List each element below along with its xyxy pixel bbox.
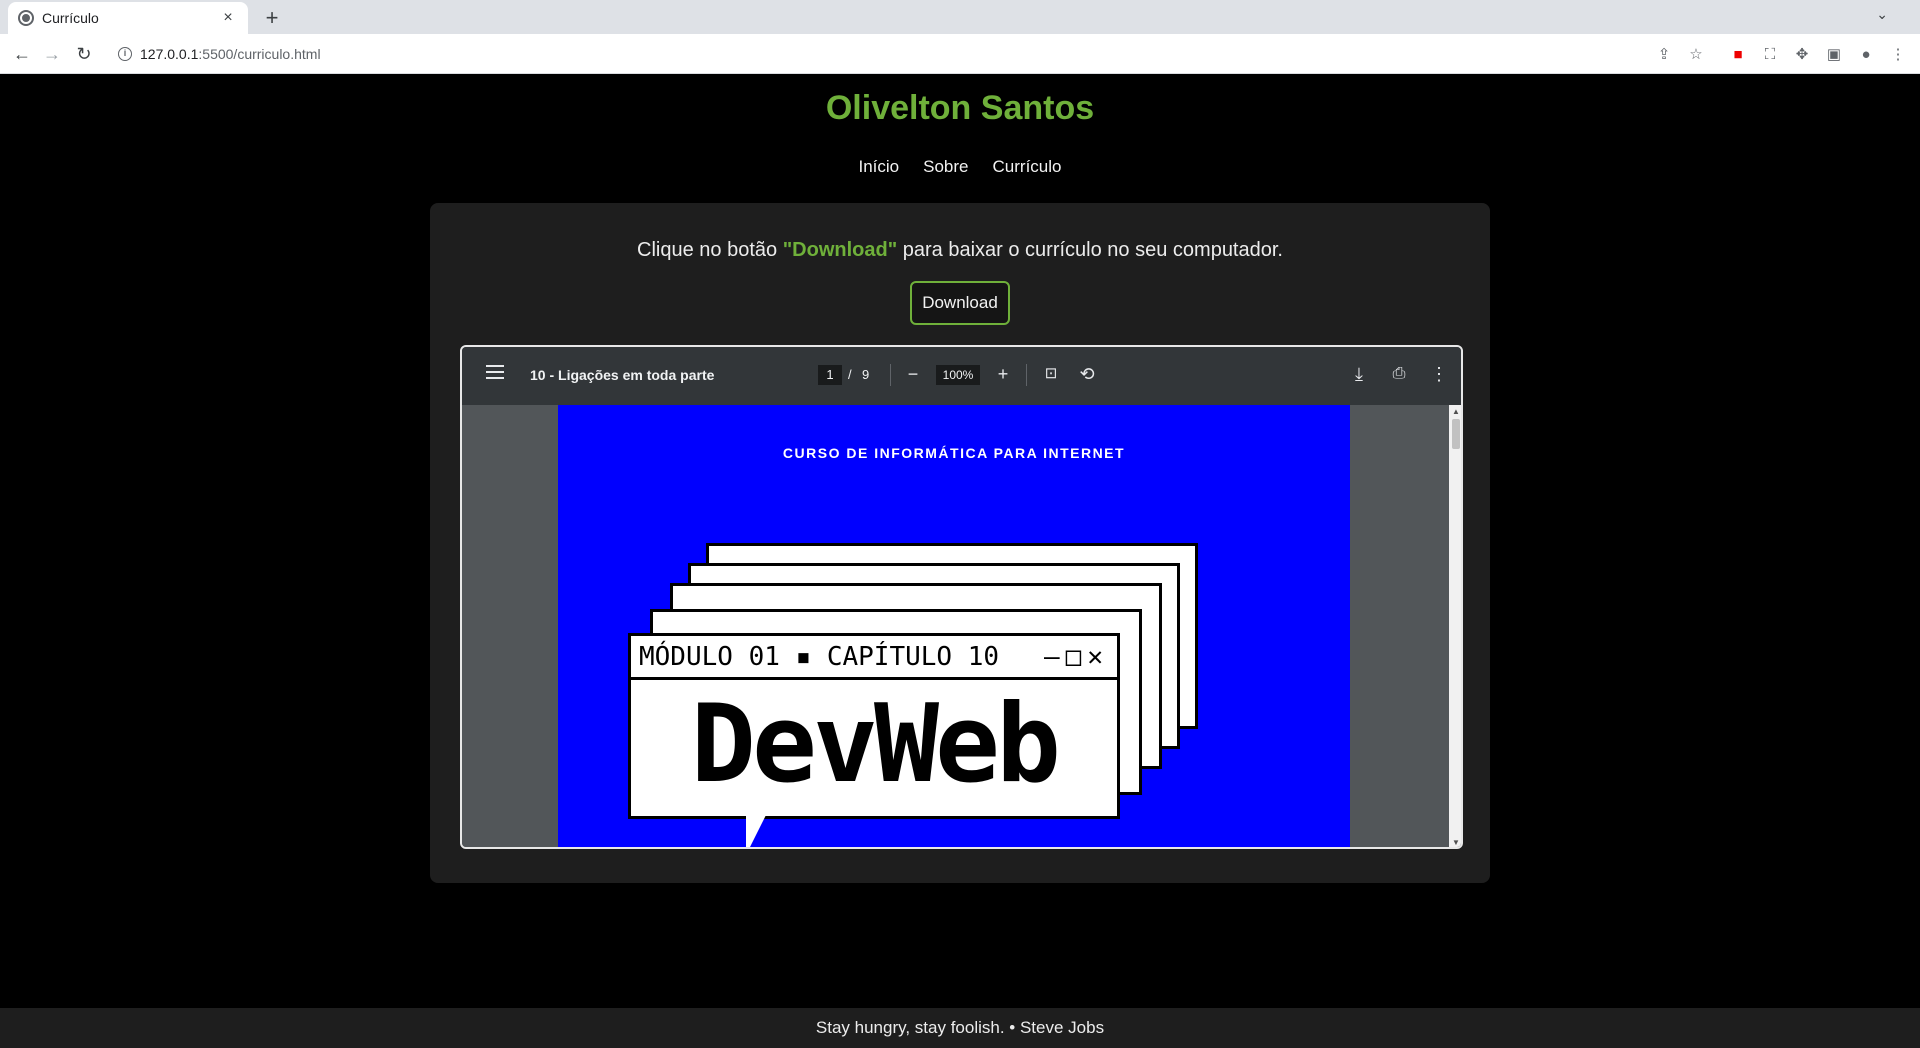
pdf-document-area[interactable]: CURSO DE INFORMÁTICA PARA INTERNET MÓDUL… [462,405,1461,847]
window-caption-bar: MÓDULO 01 ▪ CAPÍTULO 10 —□✕ [631,636,1117,680]
toolbar-divider [1026,364,1027,386]
bookmark-star-icon[interactable]: ☆ [1686,45,1706,65]
course-heading: CURSO DE INFORMÁTICA PARA INTERNET [782,445,1126,461]
hamburger-menu-icon[interactable] [486,365,504,379]
page-separator: / [848,367,852,382]
devweb-logo-text: DevWeb [690,682,1061,807]
fit-page-icon[interactable]: ⊡ [1040,363,1062,385]
scroll-up-arrow-icon[interactable]: ▲ [1452,407,1460,416]
message-text: Clique no botão [637,239,783,261]
screenshot-icon[interactable]: ⛶ [1760,45,1780,65]
side-panel-icon[interactable]: ▣ [1824,45,1844,65]
window-controls-icon: —□✕ [1044,641,1109,672]
pdf-total-pages: 9 [862,367,870,382]
tab-strip: Currículo × + ⌄ [0,0,1920,34]
page-footer: Stay hungry, stay foolish. • Steve Jobs [0,1008,1920,1048]
pdf-page: CURSO DE INFORMÁTICA PARA INTERNET MÓDUL… [558,405,1350,847]
globe-icon [18,10,34,26]
pdf-viewer: 10 - Ligações em toda parte 1 / 9 − 100%… [460,345,1463,849]
share-icon[interactable]: ⇪ [1654,45,1674,65]
nav-link-sobre[interactable]: Sobre [923,157,968,177]
tab-search-chevron-icon[interactable]: ⌄ [1876,6,1888,23]
toolbar-divider [890,364,891,386]
browser-tab[interactable]: Currículo × [8,2,248,34]
nav-link-inicio[interactable]: Início [859,157,900,177]
main-nav: Início Sobre Currículo [0,157,1920,177]
page-body: Olivelton Santos Início Sobre Currículo … [0,75,1920,1048]
browser-toolbar: ← → ↻ i 127.0.0.1 :5500/curriculo.html ⇪… [0,34,1920,74]
url-host: 127.0.0.1 [140,46,199,62]
scroll-thumb[interactable] [1452,419,1460,449]
url-path: :5500/curriculo.html [198,46,321,62]
forward-arrow-icon[interactable]: → [40,42,64,66]
message-text-end: para baixar o currículo no seu computado… [897,239,1283,261]
zoom-level-input[interactable]: 100% [936,365,980,385]
message-highlight: "Download" [782,239,898,261]
tab-title: Currículo [42,10,99,26]
zoom-out-icon[interactable]: − [902,363,924,385]
address-bar[interactable]: i 127.0.0.1 :5500/curriculo.html [110,39,1670,69]
zoom-in-icon[interactable]: + [992,363,1014,385]
back-arrow-icon[interactable]: ← [10,42,34,66]
pdf-page-input[interactable]: 1 [818,365,842,385]
window-caption: MÓDULO 01 ▪ CAPÍTULO 10 [639,641,1000,672]
devweb-window-graphic: MÓDULO 01 ▪ CAPÍTULO 10 —□✕ DevWeb [628,633,1120,819]
site-title: Olivelton Santos [825,89,1095,127]
download-instructions: Clique no botão "Download" para baixar o… [430,239,1490,262]
nav-link-curriculo[interactable]: Currículo [993,157,1062,177]
scroll-down-arrow-icon[interactable]: ▼ [1452,838,1460,847]
pdf-scrollbar[interactable]: ▲ ▼ [1449,405,1461,847]
extension-red-icon[interactable]: ■ [1728,45,1748,65]
rotate-icon[interactable]: ⟲ [1076,363,1098,385]
pdf-more-options-icon[interactable]: ⋮ [1428,363,1450,385]
profile-avatar-icon[interactable]: ● [1856,45,1876,65]
site-info-icon[interactable]: i [118,47,132,61]
pdf-document-title: 10 - Ligações em toda parte [530,367,715,383]
pdf-download-icon[interactable]: ⤓ [1348,363,1370,385]
reload-icon[interactable]: ↻ [72,42,96,66]
mouse-cursor-icon [746,815,766,847]
resume-card: Clique no botão "Download" para baixar o… [430,203,1490,883]
download-button[interactable]: Download [910,281,1010,325]
pdf-toolbar: 10 - Ligações em toda parte 1 / 9 − 100%… [462,347,1461,405]
new-tab-button[interactable]: + [258,4,286,32]
tab-close-icon[interactable]: × [218,9,238,27]
browser-menu-icon[interactable]: ⋮ [1888,45,1908,65]
extensions-puzzle-icon[interactable]: ✥ [1792,45,1812,65]
print-icon[interactable]: ⎙ [1388,363,1410,385]
